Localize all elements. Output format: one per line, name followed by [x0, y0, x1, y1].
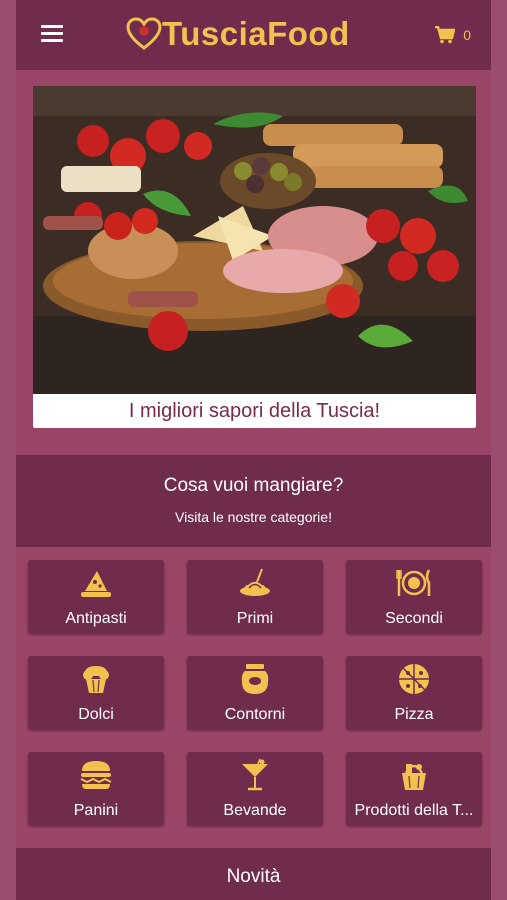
cart-count: 0 [463, 27, 471, 43]
muffin-icon [78, 662, 114, 696]
category-tile-antipasti[interactable]: Antipasti [28, 560, 164, 634]
category-label: Antipasti [65, 610, 127, 627]
category-tile-primi[interactable]: Primi [187, 560, 323, 634]
category-tile-pizza[interactable]: Pizza [346, 656, 482, 730]
category-label: Pizza [394, 706, 434, 723]
burger-icon [78, 758, 114, 792]
news-button[interactable]: Novità [16, 848, 491, 900]
heart-logo-icon [126, 17, 162, 50]
jar-icon [237, 662, 273, 696]
menu-button[interactable] [41, 25, 63, 43]
category-tile-prodotti-della-tuscia[interactable]: Prodotti della T... [346, 752, 482, 826]
pizza-icon [396, 662, 432, 696]
pasta-plate-icon [237, 566, 273, 600]
hero-caption-bar: I migliori sapori della Tuscia! [33, 394, 476, 428]
category-tile-panini[interactable]: Panini [28, 752, 164, 826]
category-label: Prodotti della T... [354, 802, 474, 819]
cart-button[interactable]: 0 [435, 26, 471, 44]
category-tile-dolci[interactable]: Dolci [28, 656, 164, 730]
plate-cutlery-icon [396, 566, 432, 600]
hero-banner[interactable]: I migliori sapori della Tuscia! [33, 86, 476, 428]
app-frame: TusciaFood 0 I migliori sapori della Tus… [16, 0, 491, 900]
hero-caption: I migliori sapori della Tuscia! [128, 399, 381, 422]
category-tile-bevande[interactable]: Bevande [187, 752, 323, 826]
left-edge [0, 0, 16, 900]
cheese-board-icon [78, 566, 114, 600]
news-label: Novità [226, 866, 281, 887]
app-logo: TusciaFood [126, 14, 350, 54]
cocktail-icon [237, 758, 273, 792]
right-edge [491, 0, 507, 900]
cart-icon [435, 26, 456, 44]
category-tile-contorni[interactable]: Contorni [187, 656, 323, 730]
categories-title: Cosa vuoi mangiare? [163, 475, 344, 496]
app-name: TusciaFood [162, 15, 350, 52]
menu-icon [41, 25, 63, 28]
category-label: Panini [73, 802, 119, 819]
category-tile-secondi[interactable]: Secondi [346, 560, 482, 634]
categories-subtitle: Visita le nostre categorie! [175, 509, 332, 525]
category-label: Bevande [223, 802, 287, 819]
categories-header: Cosa vuoi mangiare? Visita le nostre cat… [16, 455, 491, 547]
gift-basket-icon [396, 758, 432, 792]
top-app-bar: TusciaFood 0 [16, 0, 491, 70]
category-label: Primi [236, 610, 274, 627]
food-board-image [33, 86, 476, 394]
category-label: Contorni [224, 706, 286, 723]
category-label: Secondi [385, 610, 443, 627]
category-label: Dolci [78, 706, 114, 723]
